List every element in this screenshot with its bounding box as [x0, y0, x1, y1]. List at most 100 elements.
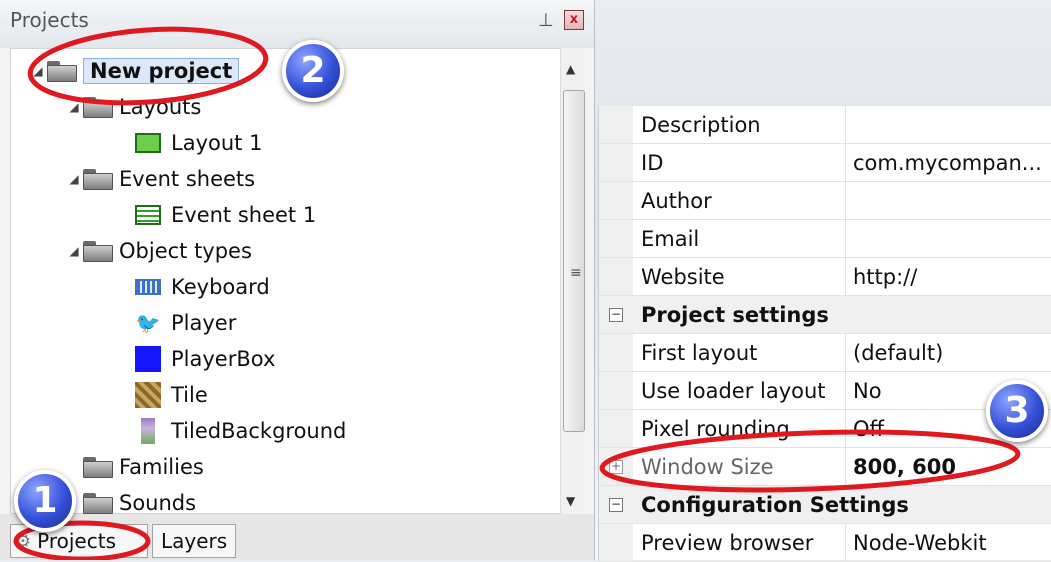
panel-tab-bar: ⚙ Projects Layers	[0, 514, 594, 560]
property-row-id[interactable]: ID com.mycompan...	[599, 144, 1051, 182]
tree-item-event-sheet-1[interactable]: Event sheet 1	[135, 197, 316, 233]
property-row-email[interactable]: Email	[599, 220, 1051, 258]
tree-item-label: Object types	[119, 239, 252, 263]
row-gutter	[599, 410, 633, 447]
collapse-arrow-icon[interactable]: ◢	[29, 64, 47, 78]
property-name: ID	[641, 144, 846, 181]
row-gutter	[599, 258, 633, 295]
event-sheet-icon	[135, 205, 161, 225]
property-value[interactable]: http://	[853, 258, 917, 295]
grip-icon: ≡	[570, 265, 582, 281]
expand-icon[interactable]: +	[609, 460, 623, 474]
property-name: Pixel rounding	[641, 410, 846, 447]
tree-item-label: Event sheet 1	[171, 203, 317, 227]
row-gutter	[599, 334, 633, 371]
tree-item-tiledbackground[interactable]: TiledBackground	[135, 413, 346, 449]
layout-icon	[135, 133, 161, 153]
tab-projects[interactable]: ⚙ Projects	[10, 524, 148, 558]
folder-icon	[83, 457, 113, 478]
property-row-use-loader-layout[interactable]: Use loader layout No	[599, 372, 1051, 410]
project-tree: ◢ New project ◢ Layouts Layout 1 ◢ Event…	[10, 48, 562, 515]
category-configuration-settings[interactable]: − Configuration Settings	[599, 486, 1051, 524]
tree-item-project[interactable]: ◢ New project	[29, 53, 240, 89]
tree-item-label: TiledBackground	[171, 419, 347, 443]
row-gutter	[599, 106, 633, 143]
callout-marker-3: 3	[986, 380, 1048, 442]
tree-item-playerbox[interactable]: PlayerBox	[135, 341, 275, 377]
collapse-arrow-icon[interactable]: ◢	[65, 100, 83, 114]
tree-item-layout-1[interactable]: Layout 1	[135, 125, 262, 161]
property-row-pixel-rounding[interactable]: Pixel rounding Off	[599, 410, 1051, 448]
scroll-down-arrow-icon[interactable]: ▼	[566, 494, 575, 508]
property-name: Window Size	[641, 448, 846, 485]
property-row-author[interactable]: Author	[599, 182, 1051, 220]
property-name: Website	[641, 258, 846, 295]
property-name: Preview browser	[641, 524, 846, 561]
tree-item-keyboard[interactable]: Keyboard	[135, 269, 270, 305]
scroll-thumb[interactable]: ≡	[563, 90, 585, 432]
tree-scrollbar[interactable]: ▲ ≡ ▼	[560, 48, 585, 512]
property-row-description[interactable]: Description	[599, 106, 1051, 144]
tree-item-label: Player	[171, 311, 237, 335]
panel-header: Projects ⊥ x	[0, 0, 594, 48]
collapse-arrow-icon[interactable]: ◢	[65, 172, 83, 186]
property-name: Email	[641, 220, 846, 257]
tree-item-label: Tile	[171, 383, 208, 407]
property-name: Description	[641, 106, 846, 143]
row-gutter	[599, 182, 633, 219]
folder-icon	[83, 97, 113, 118]
folder-icon	[47, 61, 77, 82]
category-project-settings[interactable]: − Project settings	[599, 296, 1051, 334]
tree-item-label: Layout 1	[171, 131, 263, 155]
property-row-website[interactable]: Website http://	[599, 258, 1051, 296]
property-row-window-size[interactable]: + Window Size 800, 600	[599, 448, 1051, 486]
property-value[interactable]: Off	[853, 410, 884, 447]
collapse-arrow-icon[interactable]: ◢	[65, 244, 83, 258]
tree-item-label: Layouts	[119, 95, 202, 119]
tab-layers[interactable]: Layers	[152, 524, 236, 558]
property-value[interactable]: (default)	[853, 334, 943, 371]
property-name: First layout	[641, 334, 846, 371]
tab-label: Layers	[161, 529, 228, 553]
tree-item-label: PlayerBox	[171, 347, 276, 371]
folder-icon	[83, 241, 113, 262]
tree-item-label: Families	[119, 455, 204, 479]
tree-item-label: Event sheets	[119, 167, 256, 191]
row-gutter	[599, 372, 633, 409]
collapse-icon[interactable]: −	[609, 308, 623, 322]
callout-marker-2: 2	[282, 40, 344, 102]
gear-icon: ⚙	[15, 530, 32, 552]
close-button[interactable]: x	[564, 10, 584, 30]
property-name: Use loader layout	[641, 372, 846, 409]
tree-item-families[interactable]: Families	[83, 449, 204, 485]
tree-item-label: Sounds	[119, 491, 197, 515]
player-sprite-icon: 🐦	[135, 311, 161, 335]
tree-item-player[interactable]: 🐦 Player	[135, 305, 237, 341]
tiled-background-icon	[141, 418, 155, 444]
property-value[interactable]: com.mycompan...	[853, 144, 1042, 181]
collapse-icon[interactable]: −	[609, 498, 623, 512]
panel-title: Projects	[10, 8, 89, 32]
pin-icon[interactable]: ⊥	[538, 10, 554, 31]
tree-item-label: Keyboard	[171, 275, 270, 299]
properties-panel: Description ID com.mycompan... Author Em…	[598, 106, 1051, 562]
property-value[interactable]: 800, 600	[853, 448, 956, 485]
category-label: Configuration Settings	[641, 492, 909, 517]
tree-item-layouts[interactable]: ◢ Layouts	[65, 89, 201, 125]
tab-label: Projects	[37, 529, 116, 553]
scroll-up-arrow-icon[interactable]: ▲	[566, 62, 575, 76]
tree-item-object-types[interactable]: ◢ Object types	[65, 233, 252, 269]
keyboard-icon	[135, 279, 161, 295]
tree-item-event-sheets[interactable]: ◢ Event sheets	[65, 161, 255, 197]
tile-icon	[135, 382, 161, 408]
callout-marker-1: 1	[14, 470, 76, 532]
row-gutter	[599, 524, 633, 561]
row-gutter	[599, 220, 633, 257]
tree-item-tile[interactable]: Tile	[135, 377, 208, 413]
property-value[interactable]: No	[853, 372, 882, 409]
property-row-preview-browser[interactable]: Preview browser Node-Webkit	[599, 524, 1051, 562]
sprite-box-icon	[135, 346, 161, 372]
property-value[interactable]: Node-Webkit	[853, 524, 987, 561]
property-row-first-layout[interactable]: First layout (default)	[599, 334, 1051, 372]
folder-icon	[83, 493, 113, 514]
